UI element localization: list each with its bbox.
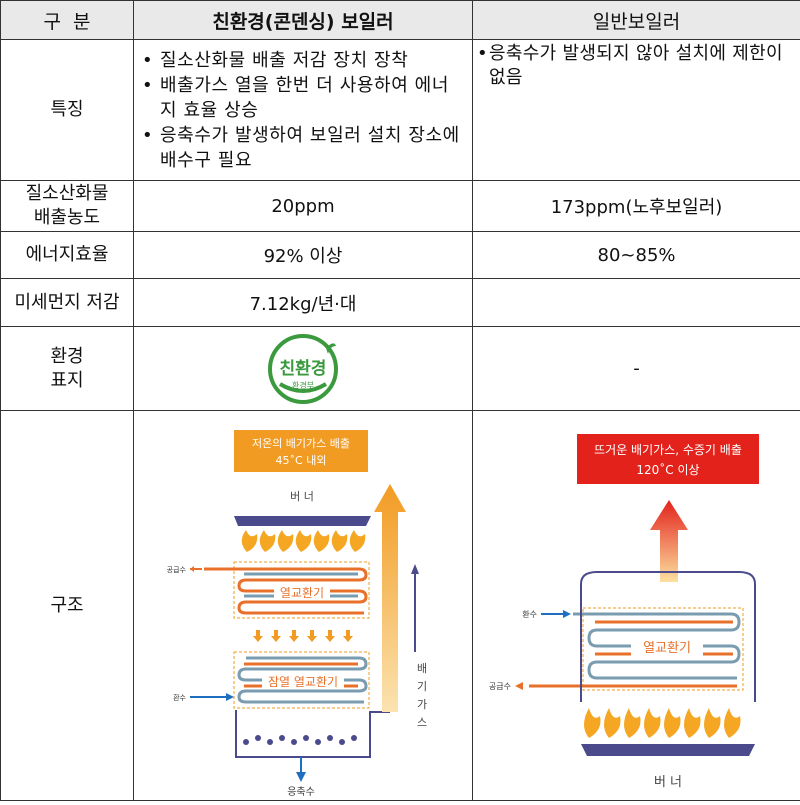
exhaust-up-arrow [374,483,406,712]
boiler-casing [235,501,390,758]
condensate-drops [243,734,357,745]
structure-general: 뜨거운 배기가스, 수증기 배출 120˚C 이상 열교환기 환수 공급수 버 … [472,410,800,801]
general-flame-icons [584,707,741,738]
header-general: 일반보일러 [472,0,800,40]
return-label: 환수 [173,693,186,702]
label-eco-line1: 환경 [50,345,84,367]
efficiency-general: 80~85% [472,231,800,279]
heat-down-arrows [253,629,353,642]
exhaust-vertical-1: 배 [417,662,427,675]
label-nox-line2: 배출농도 [33,207,101,228]
header-condensing-label: 친환경(콘덴싱) 보일러 [212,10,394,33]
feature-item: 질소산화물 배출 저감 장치 장착 [142,48,466,73]
exhaust-info-temp: 45˚C 내외 [276,454,327,467]
logo-sub-text: 환경부 [292,380,314,390]
hot-exhaust-temp: 120˚C 이상 [636,462,699,477]
label-dust: 미세먼지 저감 [0,278,134,327]
row-feature: 특징 질소산화물 배출 저감 장치 장착 배출가스 열을 한번 더 사용하여 에… [0,39,800,181]
condensate-label: 응축수 [287,786,315,798]
nox-general: 173ppm(노후보일러) [472,180,800,232]
logo-main-text: 친환경 [280,359,327,379]
feature-general-text: 응축수가 발생되지 않아 설치에 제한이 없음 [473,40,800,90]
exhaust-vertical-3: 가 [417,698,427,711]
dust-condensing: 7.12kg/년·대 [133,278,473,327]
general-exchanger-label: 열교환기 [643,641,691,656]
exhaust-side-arrow-icon [411,563,419,574]
exhaust-vertical-2: 기 [417,680,427,693]
structure-condensing: 저온의 배기가스 배출 45˚C 내외 버 너 열교환기 공급수 잠열 열교환기… [133,410,473,801]
eco-label-logo: 친환경 환경부 [268,333,338,404]
eco-condensing: 친환경 환경부 [133,326,473,411]
hot-exhaust-arrow [650,499,688,582]
hot-exhaust-text: 뜨거운 배기가스, 수증기 배출 [594,443,742,457]
row-eco: 환경 표지 친환경 환경부 - [0,326,800,411]
general-burner-plate [581,743,755,756]
efficiency-condensing: 92% 이상 [133,231,473,279]
label-feature: 특징 [0,39,134,181]
exhaust-vertical-4: 스 [417,716,427,729]
general-boiler-diagram: 뜨거운 배기가스, 수증기 배출 120˚C 이상 열교환기 환수 공급수 버 … [489,433,759,790]
exchanger-label: 열교환기 [280,586,324,600]
label-nox-line1: 질소산화물 [25,183,109,204]
header-row: 구 분 친환경(콘덴싱) 보일러 일반보일러 [0,0,800,40]
general-supply-arrow-icon [515,681,523,690]
label-nox: 질소산화물 배출농도 [0,180,134,232]
latent-exchanger-label: 잠열 열교환기 [268,675,338,689]
comparison-table: 구 분 친환경(콘덴싱) 보일러 일반보일러 특징 질소산화물 배출 저감 장치… [0,0,800,801]
row-dust: 미세먼지 저감 7.12kg/년·대 [0,278,800,327]
exhaust-info-text: 저온의 배기가스 배출 [252,437,350,450]
condensing-boiler-diagram: 저온의 배기가스 배출 45˚C 내외 버 너 열교환기 공급수 잠열 열교환기… [167,429,427,798]
row-efficiency: 에너지효율 92% 이상 80~85% [0,231,800,279]
label-eco: 환경 표지 [0,326,134,411]
supply-label: 공급수 [167,566,187,574]
feature-item: 배출가스 열을 한번 더 사용하여 에너지 효율 상승 [142,73,466,123]
feature-item: 응축수가 발생하여 보일러 설치 장소에 배수구 필요 [142,123,466,173]
header-condensing: 친환경(콘덴싱) 보일러 [133,0,473,40]
flame-icons [241,529,366,552]
dust-general [472,278,800,327]
label-eco-line2: 표지 [50,369,84,391]
general-burner-label: 버 너 [654,775,682,790]
header-category: 구 분 [0,0,134,40]
general-return-label: 환수 [522,609,537,619]
feature-list: 질소산화물 배출 저감 장치 장착 배출가스 열을 한번 더 사용하여 에너지 … [134,44,472,177]
label-efficiency: 에너지효율 [0,231,134,279]
label-structure: 구조 [0,410,134,801]
nox-condensing: 20ppm [133,180,473,232]
feature-condensing: 질소산화물 배출 저감 장치 장착 배출가스 열을 한번 더 사용하여 에너지 … [133,39,473,181]
feature-general: 응축수가 발생되지 않아 설치에 제한이 없음 [472,39,800,181]
general-supply-label: 공급수 [489,682,511,691]
row-structure: 구조 저온의 배기가스 배출 45˚C 내외 버 너 열교환기 공급수 잠열 열… [0,410,800,801]
burner-label: 버 너 [290,490,314,503]
eco-general: - [472,326,800,411]
burner-plate [234,515,371,526]
row-nox: 질소산화물 배출농도 20ppm 173ppm(노후보일러) [0,180,800,232]
